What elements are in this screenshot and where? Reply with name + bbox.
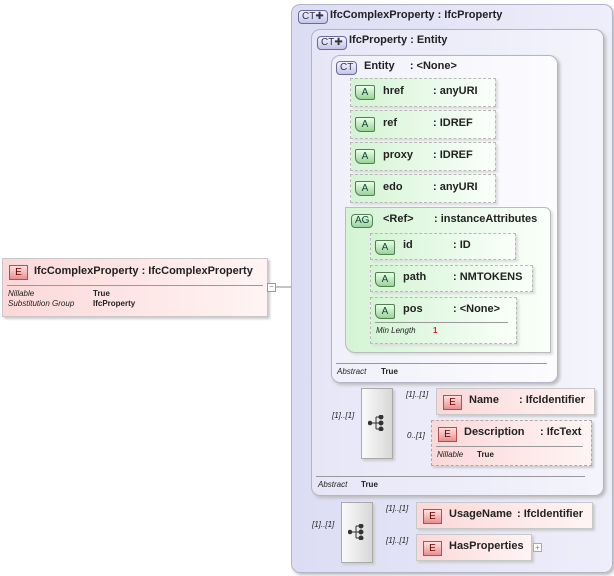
attribute-group-name: <Ref> xyxy=(383,213,414,225)
cardinality-label: [1]..[1] xyxy=(406,390,429,399)
element-name-label: Name xyxy=(469,394,499,406)
divider xyxy=(436,446,583,447)
divider xyxy=(7,285,263,286)
attribute-edo[interactable]: Aedo : anyURI xyxy=(350,174,496,203)
prop-value: True xyxy=(361,480,378,489)
root-element-title: IfcComplexProperty : IfcComplexProperty xyxy=(34,265,253,277)
attribute-name: path xyxy=(403,271,427,283)
attribute-href[interactable]: Ahref : anyURI xyxy=(350,78,496,107)
prop-value: 1 xyxy=(433,326,438,335)
attribute-pos[interactable]: Apos : <None> Min Length 1 xyxy=(370,297,517,344)
attribute-type: : anyURI xyxy=(433,181,478,193)
sequence-icon xyxy=(368,415,384,431)
ct-title: Entity : <None> xyxy=(364,60,457,72)
complex-type-extension-badge: CT✚ xyxy=(317,36,347,50)
complex-type-badge: CT xyxy=(336,61,358,75)
attribute-group-type: : instanceAttributes xyxy=(434,213,538,225)
attribute-id[interactable]: Aid : ID xyxy=(370,233,516,260)
element-type: : IfcIdentifier xyxy=(517,508,584,520)
attribute-type: : IDREF xyxy=(433,149,473,161)
element-badge: E xyxy=(443,395,462,410)
prop-key: Abstract xyxy=(337,367,367,376)
attribute-name: pos xyxy=(403,303,423,315)
attribute-name: ref xyxy=(383,117,398,129)
element-type: : IfcIdentifier xyxy=(519,394,586,406)
element-badge: E xyxy=(438,427,457,442)
attribute-ref[interactable]: Aref : IDREF xyxy=(350,110,496,139)
prop-key: Min Length xyxy=(376,326,416,335)
prop-key: Abstract xyxy=(318,480,348,489)
element-hasproperties[interactable]: E HasProperties xyxy=(416,534,532,561)
prop-key: Substitution Group xyxy=(8,299,75,308)
divider xyxy=(375,322,508,323)
attribute-badge: A xyxy=(355,117,375,132)
sequence-compositor[interactable] xyxy=(361,388,393,459)
attribute-name: proxy xyxy=(383,149,413,161)
divider xyxy=(316,476,585,477)
attribute-badge: A xyxy=(375,304,395,319)
prop-value: True xyxy=(93,289,110,298)
prop-value: IfcProperty xyxy=(93,299,136,308)
cardinality-label: [1]..[1] xyxy=(332,411,355,420)
attribute-name: href xyxy=(383,85,404,97)
prop-key: Nillable xyxy=(8,289,35,298)
prop-key: Nillable xyxy=(437,450,464,459)
element-type: : IfcText xyxy=(540,426,582,438)
element-usagename[interactable]: E UsageName : IfcIdentifier xyxy=(416,502,593,529)
attribute-type: : <None> xyxy=(453,303,501,315)
prop-value: True xyxy=(381,367,398,376)
element-badge: E xyxy=(9,265,28,280)
cardinality-label: [1]..[1] xyxy=(386,504,409,513)
attribute-badge: A xyxy=(355,85,375,100)
collapse-toggle-icon[interactable]: − xyxy=(267,283,276,292)
attribute-type: : ID xyxy=(453,239,471,251)
attribute-proxy[interactable]: Aproxy : IDREF xyxy=(350,142,496,171)
expand-toggle-icon[interactable]: + xyxy=(533,543,542,552)
attribute-group-badge: AG xyxy=(351,214,374,228)
cardinality-label: 0..[1] xyxy=(407,431,425,440)
complex-type-extension-badge: CT✚ xyxy=(298,10,328,24)
sequence-compositor[interactable] xyxy=(341,502,373,563)
ct-title: IfcProperty : Entity xyxy=(349,34,448,46)
cardinality-label: [1]..[1] xyxy=(312,520,335,529)
root-element[interactable]: E IfcComplexProperty : IfcComplexPropert… xyxy=(2,258,268,317)
element-badge: E xyxy=(423,509,442,524)
sequence-icon xyxy=(348,524,364,540)
element-name-label: HasProperties xyxy=(449,540,524,552)
attribute-badge: A xyxy=(375,272,395,287)
prop-value: True xyxy=(477,450,494,459)
attribute-badge: A xyxy=(375,240,395,255)
attribute-badge: A xyxy=(355,181,375,196)
attribute-badge: A xyxy=(355,149,375,164)
element-name-label: UsageName xyxy=(449,508,512,520)
element-name[interactable]: E Name : IfcIdentifier xyxy=(436,388,595,415)
cardinality-label: [1]..[1] xyxy=(386,536,409,545)
ct-title: IfcComplexProperty : IfcProperty xyxy=(330,9,503,21)
element-name-label: Description xyxy=(464,426,525,438)
attribute-name: edo xyxy=(383,181,403,193)
attribute-type: : NMTOKENS xyxy=(453,271,523,283)
element-badge: E xyxy=(423,541,442,556)
element-description[interactable]: E Description : IfcText Nillable True xyxy=(431,420,592,466)
attribute-name: id xyxy=(403,239,413,251)
attribute-type: : IDREF xyxy=(433,117,473,129)
attribute-type: : anyURI xyxy=(433,85,478,97)
divider xyxy=(336,363,547,364)
attribute-path[interactable]: Apath : NMTOKENS xyxy=(370,265,533,292)
